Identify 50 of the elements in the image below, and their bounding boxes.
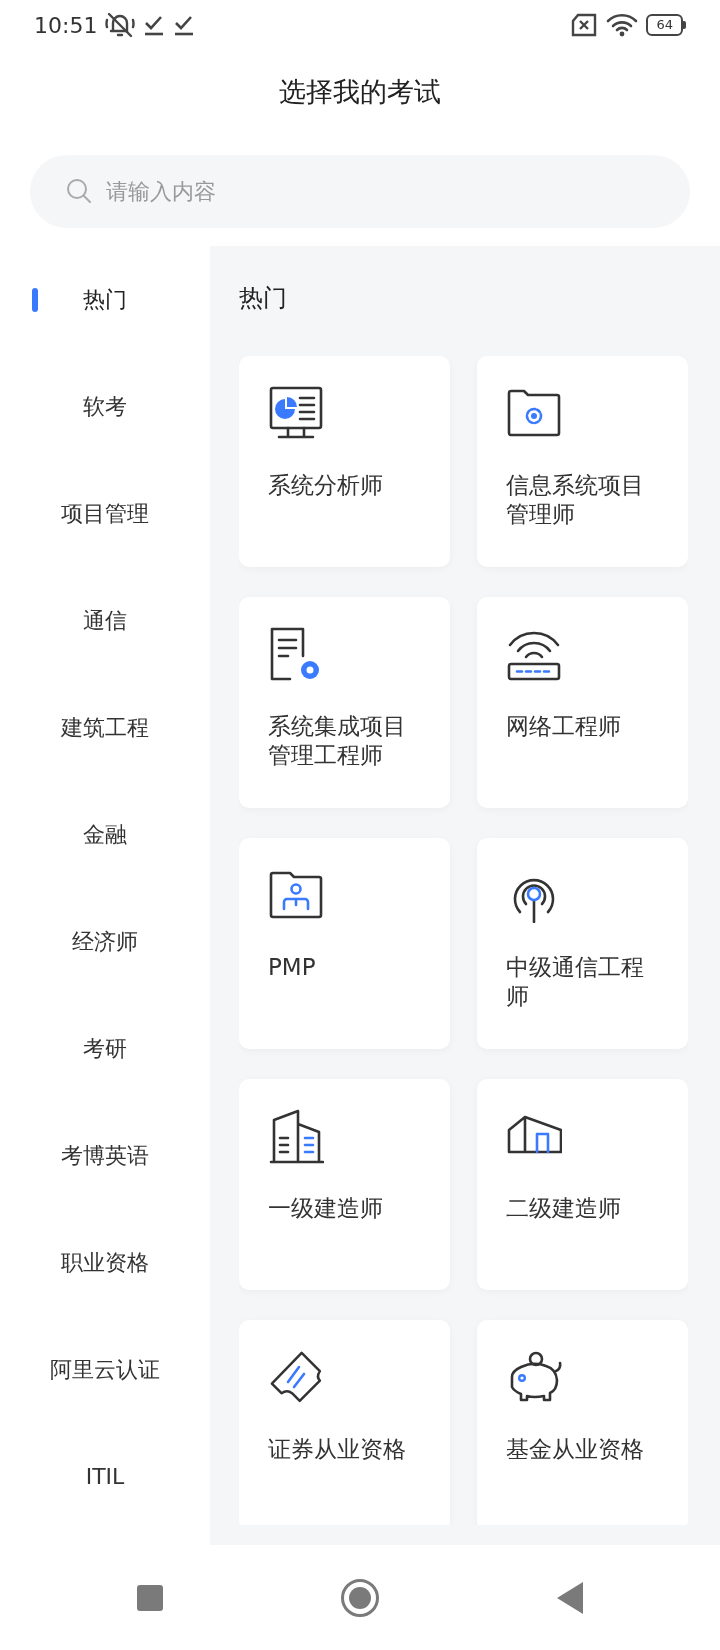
no-sim-icon [570,13,599,37]
exam-name: 一级建造师 [268,1194,384,1223]
exam-name: PMP [268,953,317,982]
recents-button[interactable] [136,1583,164,1612]
exam-name: 信息系统项目管理师 [506,471,645,529]
office-building-icon [268,1108,324,1164]
exam-name: 系统分析师 [268,471,384,500]
category-tab[interactable]: 软考 [0,353,210,460]
back-button[interactable] [556,1580,584,1615]
category-tab[interactable]: 项目管理 [0,460,210,567]
category-tab[interactable]: 职业资格 [0,1209,210,1316]
battery-indicator: 64 [646,14,683,36]
exam-card[interactable]: 基金从业资格 [477,1320,688,1525]
exam-name: 二级建造师 [506,1194,622,1223]
download-done-icon [143,14,166,36]
search-field[interactable]: 请输入内容 [30,155,690,228]
download-done-icon [173,14,196,36]
page-title: 选择我的考试 [279,75,441,110]
section-title: 热门 [239,283,288,314]
exam-card[interactable]: 网络工程师 [477,597,688,808]
category-tab[interactable]: ITIL [0,1423,210,1530]
exam-card[interactable]: 中级通信工程师 [477,838,688,1049]
muted-bell-icon [105,11,136,39]
category-tab[interactable]: 考研 [0,995,210,1102]
exam-card[interactable]: PMP [239,838,450,1049]
category-tab[interactable]: 经济师 [0,888,210,995]
exam-card[interactable]: 系统集成项目管理工程师 [239,597,450,808]
category-tab[interactable]: 热门 [0,246,210,353]
exam-name: 基金从业资格 [506,1435,645,1464]
wifi-icon [606,13,639,37]
selection-indicator [32,288,38,312]
exam-card[interactable]: 信息系统项目管理师 [477,356,688,567]
ticket-icon [268,1349,324,1405]
category-tab[interactable]: 阿里云认证 [0,1316,210,1423]
category-tab[interactable]: 考博英语 [0,1102,210,1209]
category-tab[interactable]: 建筑工程 [0,674,210,781]
clock: 10:51 [34,11,98,40]
exam-name: 网络工程师 [506,712,622,741]
category-tab[interactable]: 金融 [0,781,210,888]
exam-name: 系统集成项目管理工程师 [268,712,407,770]
monitor-chart-icon [268,385,324,441]
category-tab[interactable]: 通信 [0,567,210,674]
exam-card[interactable]: 一级建造师 [239,1079,450,1290]
exam-card[interactable]: 二级建造师 [477,1079,688,1290]
exam-card[interactable]: 系统分析师 [239,356,450,567]
home-button[interactable] [340,1577,380,1618]
exam-name: 证券从业资格 [268,1435,407,1464]
exam-name: 中级通信工程师 [506,953,645,1011]
search-icon [66,178,92,204]
exam-card[interactable]: 证券从业资格 [239,1320,450,1525]
